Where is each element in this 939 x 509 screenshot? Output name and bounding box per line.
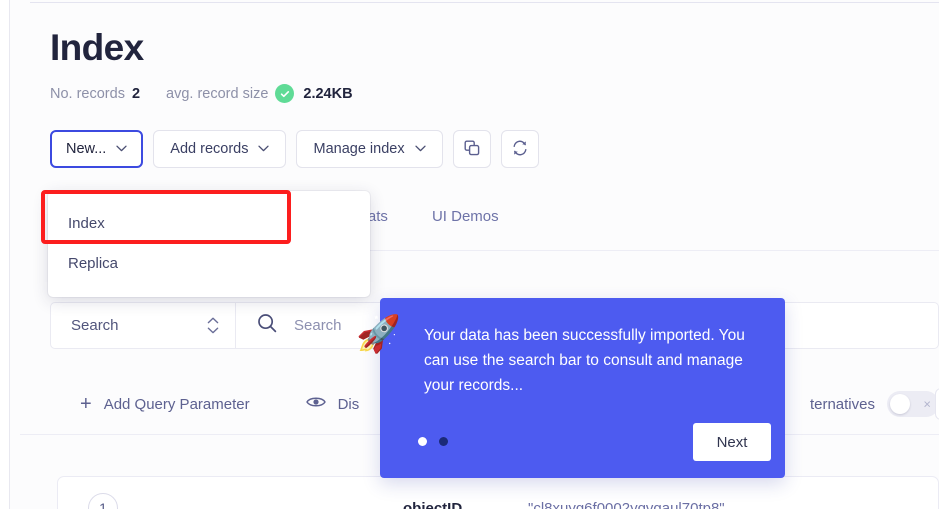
- step-dot-1[interactable]: [418, 437, 427, 446]
- tab-ui-demos[interactable]: UI Demos: [432, 208, 499, 225]
- chevron-down-icon: [258, 144, 270, 155]
- index-stats: No. records 2 avg. record size 2.24KB: [50, 84, 353, 103]
- onboarding-step-dots: [418, 437, 448, 446]
- refresh-icon-button[interactable]: [500, 130, 539, 168]
- avg-size-value: 2.24KB: [303, 85, 353, 102]
- copy-icon-button[interactable]: [452, 130, 491, 168]
- toggle-x-icon: ×: [923, 396, 931, 412]
- onboarding-tooltip-message: Your data has been successfully imported…: [424, 327, 745, 394]
- record-key: objectID: [403, 500, 463, 509]
- records-list: 1 objectID "cl8xuyg6f0002ygvgaul70tp8": [57, 476, 939, 509]
- green-check-icon: [275, 84, 295, 103]
- records-value: 2: [131, 85, 141, 102]
- add-records-button[interactable]: Add records: [153, 130, 287, 168]
- manage-index-button[interactable]: Manage index: [296, 130, 443, 168]
- next-button[interactable]: Next: [693, 423, 771, 461]
- page-title: Index: [50, 27, 144, 68]
- search-input[interactable]: Search: [294, 317, 342, 334]
- add-query-parameter-button[interactable]: + Add Query Parameter: [80, 394, 250, 414]
- index-toolbar: New... Add records Manage index: [50, 130, 539, 168]
- dropdown-item-replica[interactable]: Replica: [48, 243, 370, 283]
- display-label: Dis: [337, 395, 360, 413]
- alternatives-toggle[interactable]: ×: [887, 391, 939, 417]
- new-button[interactable]: New...: [50, 130, 144, 168]
- onboarding-tooltip: 🚀 Your data has been successfully import…: [356, 298, 785, 478]
- search-scope-select[interactable]: Search: [50, 302, 236, 349]
- record-index-badge: 1: [88, 493, 118, 509]
- alternatives-label: ternatives: [809, 395, 875, 413]
- add-query-parameter-label: Add Query Parameter: [103, 395, 250, 413]
- left-gutter: [0, 0, 9, 509]
- dropdown-item-index[interactable]: Index: [48, 203, 370, 243]
- chevron-down-icon: [116, 144, 127, 155]
- record-value: "cl8xuyg6f0002ygvgaul70tp8": [528, 500, 725, 509]
- table-row[interactable]: 1 objectID "cl8xuyg6f0002ygvgaul70tp8": [58, 477, 938, 509]
- step-dot-2[interactable]: [439, 437, 448, 446]
- search-icon: [256, 312, 278, 339]
- up-down-chevron-icon: [207, 317, 219, 334]
- plus-icon: +: [80, 393, 92, 415]
- edge-partial-button[interactable]: [935, 388, 939, 420]
- copy-icon: [463, 139, 481, 160]
- rocket-icon: 🚀: [356, 313, 401, 354]
- refresh-icon: [511, 139, 529, 160]
- records-label: No. records: [50, 85, 125, 102]
- new-dropdown-menu: Index Replica: [48, 191, 370, 297]
- eye-icon: [305, 395, 326, 413]
- add-records-label: Add records: [170, 141, 249, 157]
- chevron-down-icon: [414, 144, 426, 155]
- new-button-label: New...: [66, 141, 107, 157]
- display-toggle-button[interactable]: Dis: [305, 395, 360, 413]
- manage-index-label: Manage index: [313, 141, 405, 157]
- toggle-knob: [890, 394, 910, 414]
- index-page: Index No. records 2 avg. record size 2.2…: [0, 0, 939, 509]
- alternatives-option[interactable]: ternatives ×: [810, 391, 939, 417]
- search-scope-value: Search: [71, 317, 119, 334]
- avg-size-label: avg. record size: [166, 85, 269, 102]
